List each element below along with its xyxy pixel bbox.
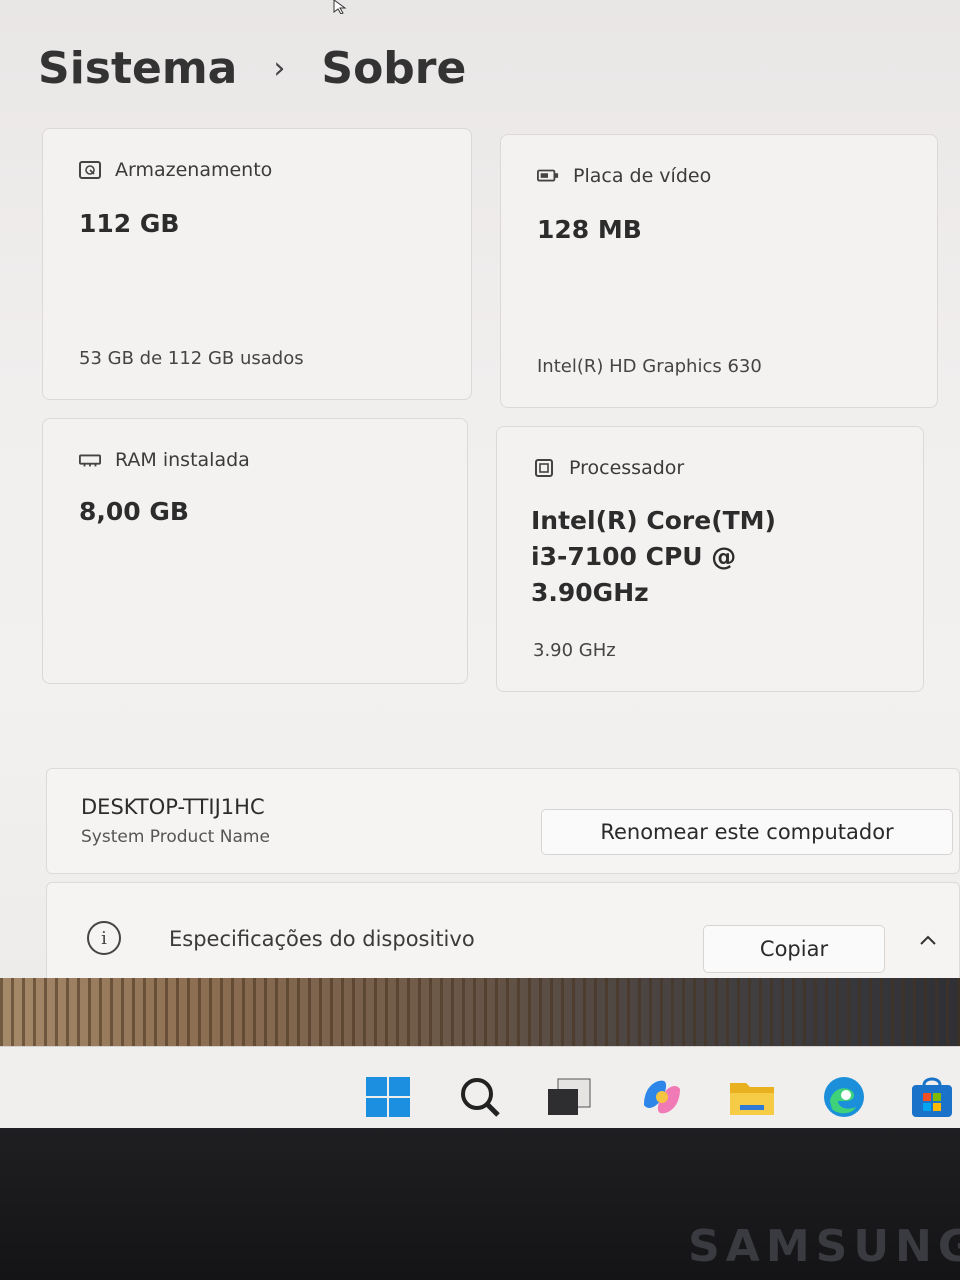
ram-value: 8,00 GB bbox=[79, 497, 189, 526]
cpu-value-line-1: Intel(R) Core(TM) bbox=[531, 506, 776, 535]
task-view-icon[interactable] bbox=[546, 1075, 594, 1119]
ram-label: RAM instalada bbox=[115, 449, 250, 471]
gpu-header: Placa de vídeo bbox=[537, 165, 711, 187]
file-explorer-icon[interactable] bbox=[728, 1075, 776, 1119]
monitor-brand-logo: SAMSUNG bbox=[688, 1221, 960, 1272]
gpu-label: Placa de vídeo bbox=[573, 165, 712, 187]
breadcrumb: Sistema › Sobre bbox=[38, 38, 466, 98]
monitor-bezel: SAMSUNG bbox=[0, 1128, 960, 1280]
cpu-card[interactable]: Processador Intel(R) Core(TM) i3-7100 CP… bbox=[496, 426, 924, 692]
device-name-row: DESKTOP-TTIJ1HC System Product Name Reno… bbox=[46, 768, 960, 874]
cpu-value: Intel(R) Core(TM) i3-7100 CPU @ 3.90GHz bbox=[531, 503, 831, 611]
edge-icon[interactable] bbox=[820, 1075, 868, 1119]
ram-icon bbox=[79, 454, 101, 467]
gpu-value: 128 MB bbox=[537, 215, 642, 244]
cpu-icon bbox=[535, 459, 553, 477]
storage-card[interactable]: Armazenamento 112 GB 53 GB de 112 GB usa… bbox=[42, 128, 472, 400]
gpu-card[interactable]: Placa de vídeo 128 MB Intel(R) HD Graphi… bbox=[500, 134, 938, 408]
device-specs-row[interactable]: i Especificações do dispositivo Copiar bbox=[46, 882, 960, 980]
device-name: DESKTOP-TTIJ1HC bbox=[81, 795, 265, 819]
breadcrumb-separator: › bbox=[273, 50, 286, 86]
windows-start-icon[interactable] bbox=[364, 1075, 412, 1119]
breadcrumb-parent[interactable]: Sistema bbox=[38, 43, 237, 94]
rename-computer-button[interactable]: Renomear este computador bbox=[541, 809, 953, 855]
storage-icon bbox=[79, 161, 101, 179]
cpu-value-line-3: 3.90GHz bbox=[531, 578, 649, 607]
ram-card[interactable]: RAM instalada 8,00 GB bbox=[42, 418, 468, 684]
mouse-cursor-icon bbox=[333, 0, 347, 14]
page-title: Sobre bbox=[321, 42, 467, 94]
ram-header: RAM instalada bbox=[79, 449, 250, 471]
gpu-detail: Intel(R) HD Graphics 630 bbox=[537, 356, 762, 377]
store-icon[interactable] bbox=[910, 1075, 958, 1119]
storage-value: 112 GB bbox=[79, 209, 180, 238]
storage-header: Armazenamento bbox=[79, 159, 272, 181]
desktop-wallpaper bbox=[0, 978, 960, 1048]
search-icon[interactable] bbox=[456, 1075, 504, 1119]
storage-detail: 53 GB de 112 GB usados bbox=[79, 348, 304, 369]
device-specs-label: Especificações do dispositivo bbox=[169, 927, 475, 951]
storage-label: Armazenamento bbox=[115, 159, 273, 181]
settings-window: Sistema › Sobre Armazenamento 112 GB 53 … bbox=[0, 0, 960, 980]
device-model: System Product Name bbox=[81, 827, 270, 847]
cpu-label: Processador bbox=[569, 457, 685, 479]
info-icon: i bbox=[87, 921, 121, 955]
copilot-icon[interactable] bbox=[638, 1075, 686, 1119]
taskbar bbox=[0, 1046, 960, 1128]
cpu-detail: 3.90 GHz bbox=[533, 640, 616, 661]
copy-button[interactable]: Copiar bbox=[703, 925, 885, 973]
cpu-value-line-2: i3-7100 CPU @ bbox=[531, 542, 737, 571]
chevron-up-icon[interactable] bbox=[917, 929, 939, 951]
cpu-header: Processador bbox=[533, 457, 684, 479]
gpu-icon bbox=[537, 169, 559, 182]
